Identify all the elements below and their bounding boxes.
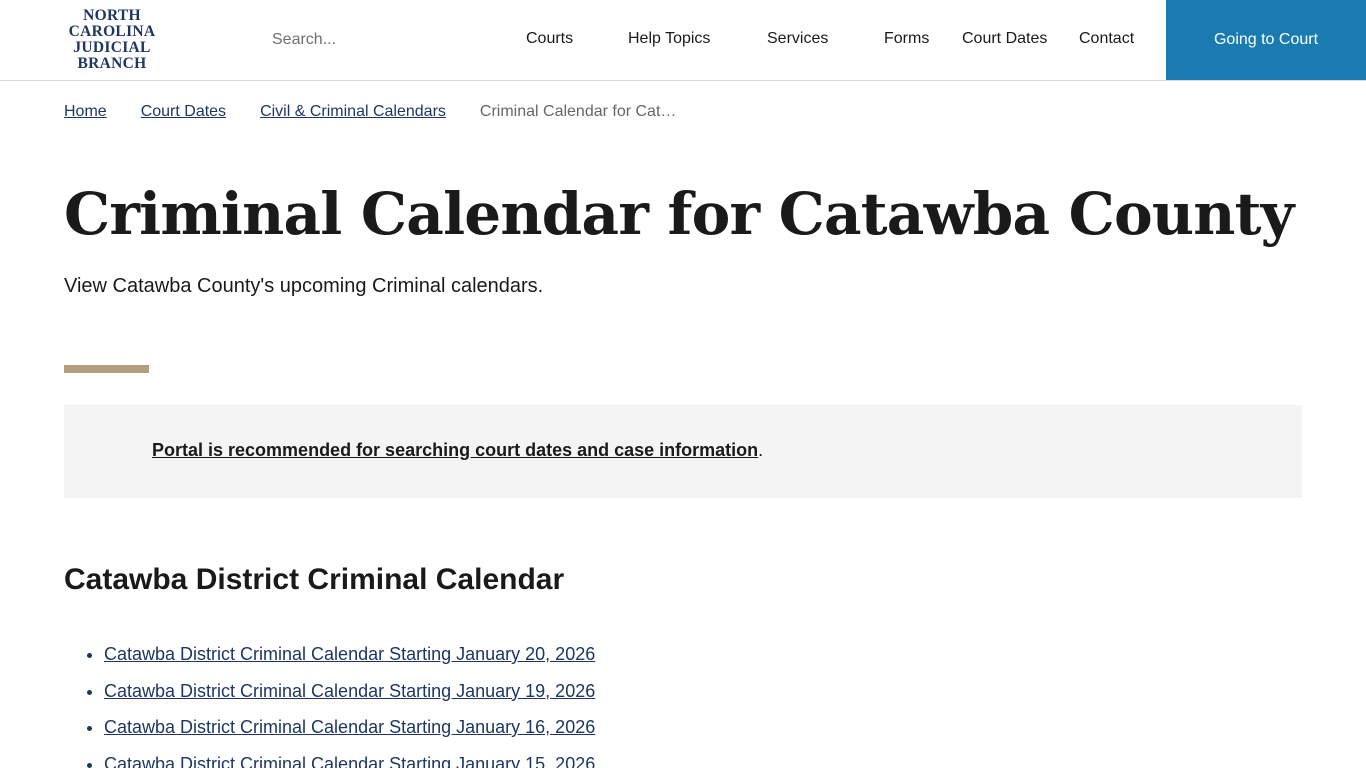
calendar-link[interactable]: Catawba District Criminal Calendar Start… bbox=[104, 717, 595, 737]
list-item: Catawba District Criminal Calendar Start… bbox=[104, 636, 595, 673]
portal-recommendation-link[interactable]: Portal is recommended for searching cour… bbox=[152, 440, 758, 460]
page-intro: View Catawba County's upcoming Criminal … bbox=[64, 275, 544, 297]
page-title: Criminal Calendar for Catawba County bbox=[64, 180, 1294, 248]
breadcrumb-current: Criminal Calendar for Cat… bbox=[479, 103, 677, 120]
list-item: Catawba District Criminal Calendar Start… bbox=[104, 746, 595, 768]
breadcrumb: Home Court Dates Civil & Criminal Calend… bbox=[64, 101, 676, 123]
list-item: Catawba District Criminal Calendar Start… bbox=[104, 709, 595, 746]
notice-suffix: . bbox=[758, 440, 764, 460]
nav-court-dates[interactable]: Court Dates bbox=[962, 30, 1047, 48]
nav-contact[interactable]: Contact bbox=[1079, 30, 1134, 48]
nc-judicial-branch-logo[interactable]: NORTH CAROLINA JUDICIAL BRANCH bbox=[60, 8, 164, 72]
calendar-link[interactable]: Catawba District Criminal Calendar Start… bbox=[104, 681, 595, 701]
notice-text: Portal is recommended for searching cour… bbox=[152, 440, 763, 461]
nav-services[interactable]: Services bbox=[767, 30, 828, 48]
section-heading: Catawba District Criminal Calendar bbox=[64, 563, 565, 596]
logo-line: JUDICIAL bbox=[73, 39, 151, 56]
calendar-link[interactable]: Catawba District Criminal Calendar Start… bbox=[104, 754, 595, 768]
portal-notice: Portal is recommended for searching cour… bbox=[64, 405, 1302, 498]
accent-divider bbox=[64, 365, 149, 373]
logo-line: CAROLINA bbox=[68, 23, 156, 40]
calendar-list: Catawba District Criminal Calendar Start… bbox=[104, 636, 595, 768]
breadcrumb-home[interactable]: Home bbox=[64, 103, 107, 121]
breadcrumb-court-dates[interactable]: Court Dates bbox=[141, 103, 226, 121]
logo-line: BRANCH bbox=[77, 55, 147, 72]
nav-help-topics[interactable]: Help Topics bbox=[628, 30, 710, 48]
nav-forms[interactable]: Forms bbox=[884, 30, 929, 48]
nav-courts[interactable]: Courts bbox=[526, 30, 573, 48]
calendar-link[interactable]: Catawba District Criminal Calendar Start… bbox=[104, 644, 595, 664]
going-to-court-button[interactable]: Going to Court bbox=[1166, 0, 1366, 80]
site-header: NORTH CAROLINA JUDICIAL BRANCH Courts He… bbox=[0, 0, 1366, 81]
search-input[interactable] bbox=[258, 22, 468, 58]
list-item: Catawba District Criminal Calendar Start… bbox=[104, 673, 595, 710]
logo-line: NORTH bbox=[83, 7, 141, 24]
breadcrumb-civil-criminal-calendars[interactable]: Civil & Criminal Calendars bbox=[260, 103, 446, 121]
